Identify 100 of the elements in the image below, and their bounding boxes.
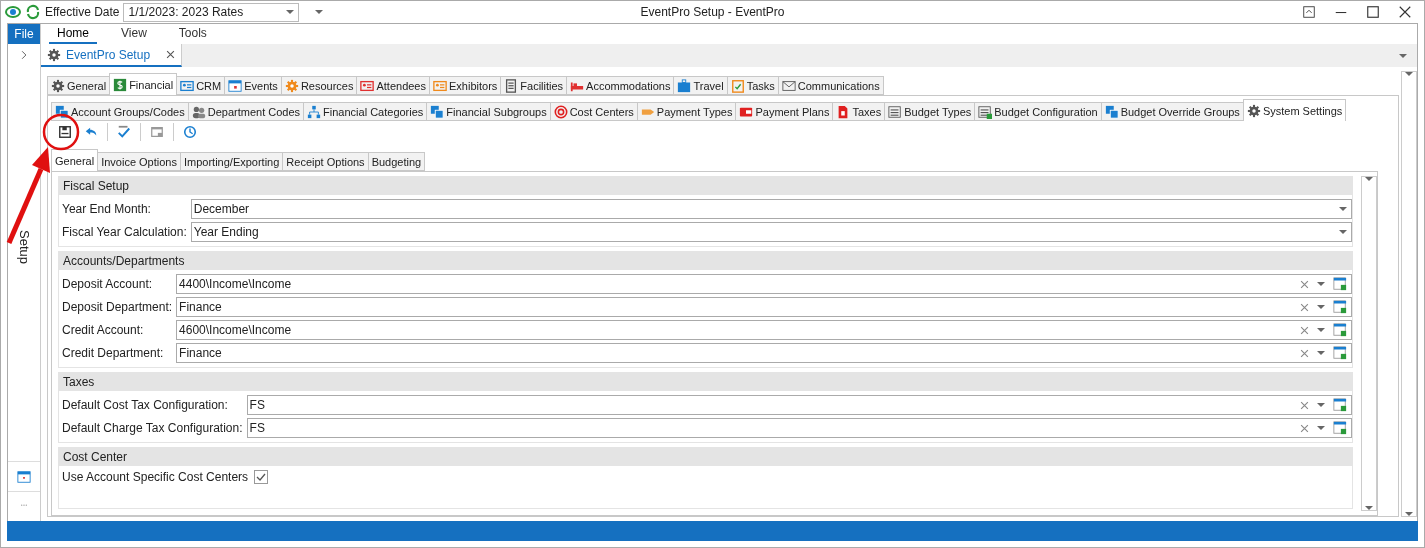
module-tab[interactable]: General (47, 76, 111, 95)
caret-icon (1399, 53, 1407, 58)
settings-tab[interactable]: Taxes (832, 102, 886, 121)
lookup-field[interactable]: FS (246, 418, 1352, 438)
settings-tab[interactable]: System Settings (1242, 99, 1347, 121)
window-title: EventPro Setup - EventPro (640, 5, 785, 19)
module-tab[interactable]: Travel (673, 76, 728, 95)
page-tab[interactable]: Budgeting (367, 152, 426, 171)
caret-icon (1405, 72, 1413, 76)
caret-icon (1317, 403, 1325, 407)
module-tab[interactable]: Resources (280, 76, 358, 95)
restore-icon[interactable] (1302, 5, 1316, 19)
settings-tab[interactable]: Cost Centers (549, 102, 638, 121)
envelope-icon (781, 78, 796, 93)
target-icon (553, 104, 568, 119)
module-tab[interactable]: Tasks (726, 76, 779, 95)
caret-icon (1317, 282, 1325, 286)
settings-tab[interactable]: Department Codes (187, 102, 305, 121)
document-tab[interactable]: EventPro Setup (41, 44, 183, 67)
module-tab[interactable]: Events (224, 76, 282, 95)
window-icon[interactable] (1333, 277, 1347, 291)
squares-icon (55, 104, 69, 119)
effective-date-label: Effective Date (45, 5, 120, 19)
settings-tab[interactable]: Account Groups/Codes (51, 102, 189, 121)
module-tab[interactable]: Accommodations (566, 76, 675, 95)
settings-tab[interactable]: Financial Categories (303, 102, 428, 121)
lookup-field[interactable]: 4600\Income\Income (176, 320, 1352, 340)
module-tab[interactable]: Communications (777, 76, 884, 95)
lookup-field[interactable]: FS (246, 395, 1352, 415)
calendar-icon[interactable] (17, 469, 31, 484)
section-header: Fiscal Setup (59, 177, 1352, 195)
settings-tab[interactable]: Payment Plans (735, 102, 834, 121)
scrollbar[interactable] (1401, 71, 1417, 517)
list-icon (978, 104, 993, 119)
checkbox-label: Use Account Specific Cost Centers (62, 470, 249, 484)
close-icon[interactable] (166, 50, 176, 59)
lookup-field[interactable]: Finance (176, 343, 1352, 363)
field-label: Default Charge Tax Configuration: (62, 421, 243, 435)
chevron-right-icon[interactable] (19, 50, 29, 60)
field-label: Credit Account: (62, 323, 145, 337)
clear-icon[interactable] (1300, 325, 1309, 335)
close-icon[interactable] (1398, 5, 1412, 19)
window-icon[interactable] (1333, 398, 1347, 412)
page-tab[interactable]: Receipt Options (282, 152, 369, 171)
effective-date-dropdown[interactable]: 1/1/2023: 2023 Rates (123, 2, 300, 22)
suitcase-icon (677, 78, 692, 93)
window-icon (150, 125, 164, 139)
maximize-icon[interactable] (1366, 5, 1380, 19)
section-header: Accounts/Departments (59, 252, 1352, 270)
checkmark-icon (117, 125, 131, 139)
clear-icon[interactable] (1300, 400, 1309, 410)
history-icon (183, 125, 197, 139)
ribbon-tab[interactable]: Tools (170, 26, 215, 44)
page-tab[interactable]: Importing/Exporting (179, 152, 284, 171)
hierarchy-icon (307, 104, 322, 119)
contact-card-icon (180, 78, 195, 93)
window-icon[interactable] (1333, 421, 1347, 435)
dollar-icon (113, 77, 128, 92)
lookup-field[interactable]: 4400\Income\Income (176, 274, 1352, 294)
field-label: Default Cost Tax Configuration: (62, 398, 229, 412)
file-button[interactable]: File (8, 24, 40, 44)
clipboard-icon (730, 78, 745, 93)
window-icon[interactable] (1333, 323, 1347, 337)
module-tab[interactable]: CRM (176, 76, 226, 95)
caret-icon (1317, 305, 1325, 309)
settings-tab[interactable]: Budget Configuration (974, 102, 1102, 121)
caret-icon (1317, 426, 1325, 430)
clear-icon[interactable] (1300, 423, 1309, 433)
module-tab[interactable]: Facilities (500, 76, 568, 95)
page-tab[interactable]: General (51, 149, 99, 171)
app-logo-icon (5, 4, 21, 20)
lookup-field[interactable]: Finance (176, 297, 1352, 317)
ribbon-tab[interactable]: View (113, 26, 155, 44)
settings-tab[interactable]: Payment Types (636, 102, 737, 121)
badge-icon (433, 78, 447, 93)
window-icon[interactable] (1333, 300, 1347, 314)
clear-icon[interactable] (1300, 302, 1309, 312)
window-icon[interactable] (1333, 346, 1347, 360)
settings-tab[interactable]: Budget Types (884, 102, 976, 121)
caret-icon (315, 10, 324, 14)
module-tab[interactable]: Attendees (356, 76, 430, 95)
refresh-icon[interactable] (25, 4, 41, 20)
clear-icon[interactable] (1300, 348, 1309, 358)
module-tab[interactable]: Exhibitors (429, 76, 502, 95)
setup-panel-label[interactable]: Setup (16, 230, 32, 264)
settings-tab[interactable]: Budget Override Groups (1100, 102, 1244, 121)
dropdown-field[interactable]: Year Ending (190, 222, 1352, 242)
caret-icon (1365, 506, 1373, 510)
building-icon (504, 78, 519, 93)
module-tab[interactable]: Financial (109, 73, 178, 95)
page-tab[interactable]: Invoice Options (97, 152, 181, 171)
gear-icon (1246, 103, 1261, 118)
list-icon (888, 104, 903, 119)
clear-icon[interactable] (1300, 279, 1309, 289)
dropdown-field[interactable]: December (190, 199, 1352, 219)
checkbox[interactable] (254, 470, 269, 484)
scrollbar[interactable] (1361, 176, 1377, 511)
settings-tab[interactable]: Financial Subgroups (426, 102, 551, 121)
squares-icon (430, 104, 445, 119)
gear-icon (284, 78, 299, 93)
